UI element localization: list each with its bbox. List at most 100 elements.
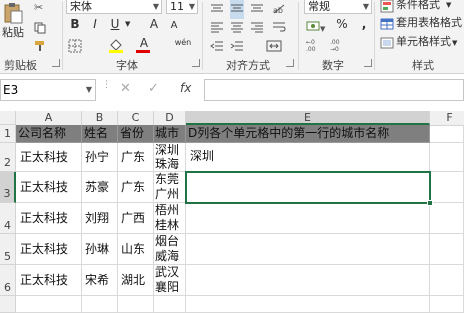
cell-company[interactable]: 正太科技	[16, 203, 82, 234]
cell-result[interactable]	[186, 265, 430, 296]
currency-icon[interactable]: ▼	[306, 18, 326, 37]
cell-result[interactable]	[186, 203, 430, 234]
format-as-table-button[interactable]: 套用表格格式	[396, 15, 462, 31]
align-bottom-icon[interactable]	[250, 0, 264, 19]
cell-f[interactable]	[430, 203, 464, 234]
format-as-table-icon[interactable]	[380, 16, 394, 35]
row-header-3[interactable]: 3	[0, 172, 16, 203]
align-center-icon[interactable]	[230, 18, 244, 37]
cut-icon[interactable]: ✂	[34, 1, 43, 14]
cell-province[interactable]: 广东	[118, 172, 154, 203]
number-format-select[interactable]: 常规 ▼	[304, 0, 372, 14]
font-launcher-icon[interactable]	[192, 59, 200, 67]
increase-decimal-icon[interactable]: ←0.00	[306, 37, 324, 56]
cell-f1[interactable]	[430, 125, 464, 143]
conditional-formatting-button[interactable]: 条件格式	[396, 0, 440, 13]
cell-company[interactable]: 正太科技	[16, 265, 82, 296]
percent-button[interactable]: %	[336, 16, 348, 32]
resize-handle-icon[interactable]: ⋮	[102, 81, 111, 90]
cell-e7[interactable]	[186, 296, 430, 313]
header-cell-province[interactable]: 省份	[118, 125, 154, 143]
number-launcher-icon[interactable]	[364, 59, 372, 67]
conditional-formatting-icon[interactable]	[380, 0, 394, 17]
row-header-6[interactable]: 6	[0, 265, 16, 296]
cell-f[interactable]	[430, 234, 464, 265]
cell-company[interactable]: 正太科技	[16, 143, 82, 172]
decrease-indent-icon[interactable]	[210, 37, 224, 56]
cell-styles-icon[interactable]	[380, 35, 394, 54]
align-left-icon[interactable]	[210, 18, 224, 37]
column-header-a[interactable]: A	[16, 111, 82, 125]
clipboard-launcher-icon[interactable]	[52, 59, 60, 67]
cell-name[interactable]: 宋希	[82, 265, 118, 296]
align-right-icon[interactable]	[250, 18, 264, 37]
copy-icon[interactable]	[34, 19, 46, 38]
align-top-icon[interactable]	[210, 0, 224, 19]
column-header-c[interactable]: C	[118, 111, 154, 125]
phonetic-button[interactable]: wén	[170, 35, 196, 51]
chevron-down-icon[interactable]: ▼	[86, 80, 92, 100]
insert-function-button[interactable]: fx	[180, 81, 191, 95]
cell-styles-button[interactable]: 单元格样式	[396, 34, 451, 50]
shrink-font-button[interactable]: A	[168, 18, 180, 34]
font-name-select[interactable]: 宋体 ▼	[66, 0, 162, 14]
cell-name[interactable]: 孙琳	[82, 234, 118, 265]
select-all-corner[interactable]	[0, 111, 16, 125]
cell-result[interactable]: 深圳	[186, 143, 430, 172]
alignment-launcher-icon[interactable]	[286, 59, 294, 67]
cell-city[interactable]: 东莞 广州	[154, 172, 186, 203]
underline-options-icon[interactable]: ▼	[125, 16, 130, 32]
column-header-e[interactable]: E	[186, 111, 430, 125]
cell-company[interactable]: 正太科技	[16, 234, 82, 265]
paste-button[interactable]: 粘贴	[0, 25, 26, 41]
cell-b7[interactable]	[82, 296, 118, 313]
format-painter-icon[interactable]	[34, 37, 46, 56]
cell-c7[interactable]	[118, 296, 154, 313]
fill-color-icon[interactable]	[108, 37, 124, 57]
paste-icon[interactable]	[2, 2, 24, 24]
header-cell-company[interactable]: 公司名称	[16, 125, 82, 143]
align-middle-icon[interactable]	[230, 0, 244, 19]
cell-name[interactable]: 苏豪	[82, 172, 118, 203]
cell-f[interactable]	[430, 172, 464, 203]
bold-button[interactable]: B	[68, 16, 82, 32]
cell-city[interactable]: 烟台 威海	[154, 234, 186, 265]
font-color-button[interactable]: A	[138, 35, 150, 51]
cell-province[interactable]: 山东	[118, 234, 154, 265]
cell-city[interactable]: 深圳 珠海	[154, 143, 186, 172]
column-header-f[interactable]: F	[430, 111, 464, 125]
column-header-b[interactable]: B	[82, 111, 118, 125]
italic-button[interactable]: I	[88, 16, 102, 32]
cell-province[interactable]: 广东	[118, 143, 154, 172]
cancel-icon[interactable]: ✕	[120, 81, 131, 96]
row-header-2[interactable]: 2	[0, 143, 16, 172]
header-cell-result[interactable]: D列各个单元格中的第一行的城市名称	[186, 125, 430, 143]
cell-company[interactable]: 正太科技	[16, 172, 82, 203]
decrease-decimal-icon[interactable]: .00 →0	[330, 37, 348, 56]
row-header-4[interactable]: 4	[0, 203, 16, 234]
cell-city[interactable]: 武汉 襄阳	[154, 265, 186, 296]
cell-province[interactable]: 广西	[118, 203, 154, 234]
increase-indent-icon[interactable]	[230, 37, 244, 56]
borders-icon[interactable]	[68, 38, 82, 57]
cell-f[interactable]	[430, 143, 464, 172]
cell-a7[interactable]	[16, 296, 82, 313]
underline-button[interactable]: U	[108, 16, 122, 32]
row-header-7[interactable]	[0, 296, 16, 313]
cell-d7[interactable]	[154, 296, 186, 313]
wrap-text-icon[interactable]	[272, 18, 286, 37]
name-box[interactable]: E3 ▼	[0, 79, 96, 101]
row-header-1[interactable]: 1	[0, 125, 16, 143]
comma-button[interactable]: ,	[358, 16, 370, 32]
merge-center-icon[interactable]	[266, 37, 282, 56]
row-header-5[interactable]: 5	[0, 234, 16, 265]
orientation-icon[interactable]: ab	[272, 0, 288, 19]
cell-name[interactable]: 刘翔	[82, 203, 118, 234]
cell-f7[interactable]	[430, 296, 464, 313]
cell-result[interactable]	[186, 234, 430, 265]
header-cell-name[interactable]: 姓名	[82, 125, 118, 143]
font-size-select[interactable]: 11 ▼	[166, 0, 198, 14]
cell-city[interactable]: 梧州 桂林	[154, 203, 186, 234]
header-cell-city[interactable]: 城市	[154, 125, 186, 143]
cell-name[interactable]: 孙宁	[82, 143, 118, 172]
